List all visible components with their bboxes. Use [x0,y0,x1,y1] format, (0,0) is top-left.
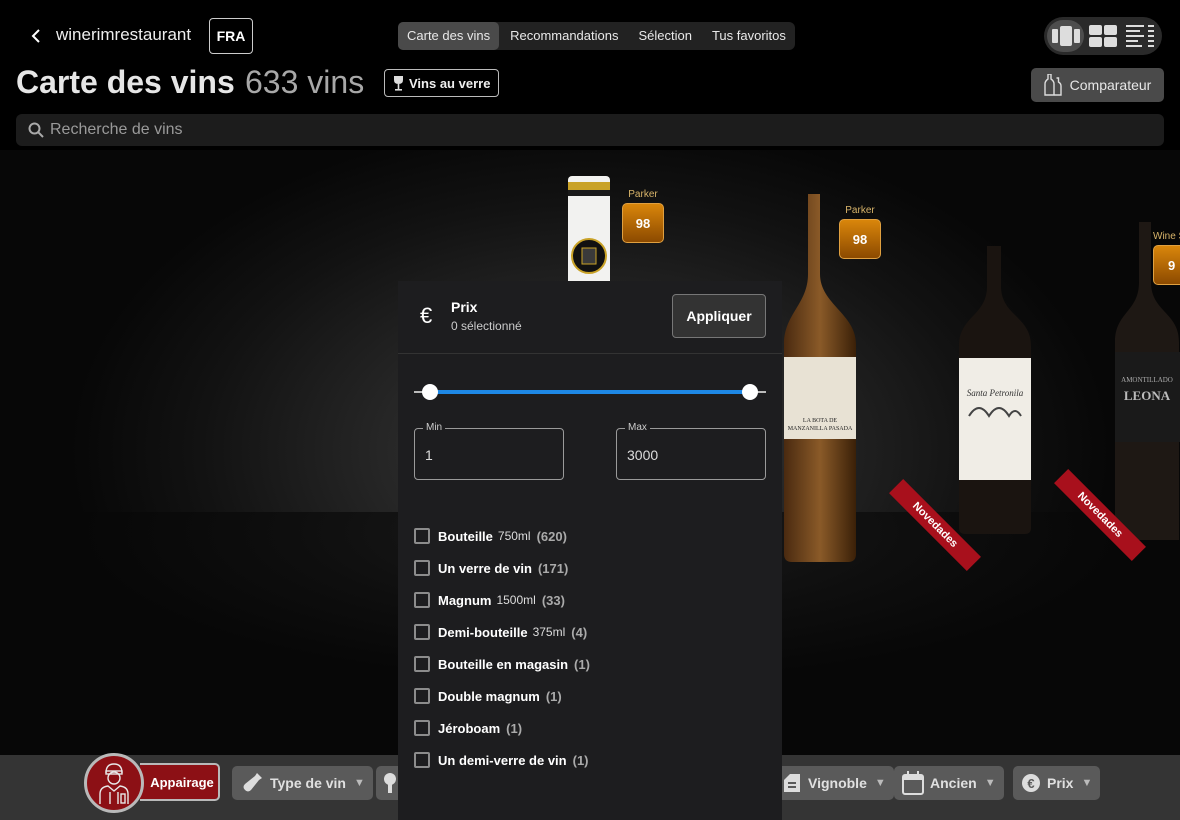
panel-header: € Prix 0 sélectionné Appliquer [398,281,782,354]
bottle-icon [243,773,262,792]
list-view-icon [1126,25,1155,47]
wines-by-glass-label: Vins au verre [409,75,491,91]
restaurant-name: winerimrestaurant [56,25,192,44]
view-mode-toggle [1044,17,1162,55]
back-button[interactable] [24,24,48,48]
chevron-down-icon: ▼ [874,777,886,789]
max-price-input[interactable] [627,447,747,463]
header: winerimrestaurant FRA Carte des vins Rec… [0,0,1180,150]
format-option[interactable]: Magnum 1500ml (33) [414,584,766,616]
checkbox[interactable] [414,560,430,576]
bottle-view-icon [1051,26,1080,46]
grid-view-button[interactable] [1084,20,1121,52]
format-option[interactable]: Bouteille 750ml (620) [414,520,766,552]
tab-recommendations[interactable]: Recommandations [501,22,627,50]
euro-icon: € [420,303,433,328]
price-filter-label: Prix [1047,775,1074,791]
price-filter[interactable]: € Prix ▼ [1013,766,1101,800]
vineyard-icon [784,774,800,792]
pin-icon [384,773,396,793]
svg-text:AMONTILLADO: AMONTILLADO [1121,376,1173,384]
compare-label: Comparateur [1069,77,1152,93]
page-title: Carte des vins [16,64,235,100]
bottles-icon [1043,74,1062,96]
checkbox[interactable] [414,656,430,672]
wine-bottle[interactable] [562,176,618,286]
nav-tabs: Carte des vins Recommandations Sélection… [398,22,795,50]
vineyard-label: Vignoble [808,775,867,791]
svg-text:MANZANILLA PASADA: MANZANILLA PASADA [788,426,853,432]
svg-text:€: € [1027,776,1034,791]
checkbox[interactable] [414,528,430,544]
vineyard-filter[interactable]: Vignoble ▼ [774,766,894,800]
format-option[interactable]: Double magnum (1) [414,680,766,712]
checkbox[interactable] [414,592,430,608]
language-button[interactable]: FRA [209,18,253,54]
price-filter-panel: € Prix 0 sélectionné Appliquer Min Max B… [398,281,782,820]
format-option[interactable]: Jéroboam (1) [414,712,766,744]
chevron-down-icon: ▼ [984,777,996,789]
format-option[interactable]: Un verre de vin (171) [414,552,766,584]
wines-by-glass-button[interactable]: Vins au verre [384,69,500,97]
slider-min-handle[interactable] [422,384,438,400]
svg-text:LEONA: LEONA [1124,388,1171,403]
list-view-button[interactable] [1122,20,1159,52]
checkbox[interactable] [414,688,430,704]
selection-count: 0 sélectionné [451,319,522,333]
tab-selection[interactable]: Sélection [629,22,700,50]
grid-view-icon [1088,25,1117,47]
search-input[interactable] [50,121,650,139]
sommelier-icon [99,763,129,804]
search-bar [16,114,1164,146]
search-icon [28,122,44,138]
rating-badge: Parker 98 [839,205,881,259]
format-options: Bouteille 750ml (620) Un verre de vin (1… [414,520,766,776]
vintage-filter[interactable]: Ancien ▼ [894,766,1004,800]
wine-type-filter[interactable]: Type de vin ▼ [232,766,373,800]
bottle-view-button[interactable] [1047,20,1085,52]
wine-count: 633 vins [245,64,365,100]
sommelier-avatar[interactable] [84,753,144,813]
chevron-down-icon: ▼ [353,777,365,789]
chevron-left-icon [31,29,40,43]
tab-wine-list[interactable]: Carte des vins [398,22,500,50]
euro-circle-icon: € [1022,774,1040,792]
format-option[interactable]: Un demi-verre de vin (1) [414,744,766,776]
rating-badge: Wine S 9 [1153,231,1180,285]
apply-button[interactable]: Appliquer [672,294,766,338]
compare-button[interactable]: Comparateur [1031,68,1164,102]
checkbox[interactable] [414,720,430,736]
checkbox[interactable] [414,752,430,768]
rating-badge: Parker 98 [622,189,664,243]
max-price-field[interactable]: Max [616,422,766,480]
pairing-button[interactable]: Appairage [140,763,220,801]
min-price-input[interactable] [425,447,545,463]
format-option[interactable]: Demi-bouteille 375ml (4) [414,616,766,648]
wine-glass-icon [394,75,403,91]
calendar-icon [902,771,924,795]
panel-title: Prix [451,299,478,315]
svg-text:Santa Petronila: Santa Petronila [967,388,1024,398]
checkbox[interactable] [414,624,430,640]
svg-text:LA BOTA DE: LA BOTA DE [803,418,838,424]
wine-type-label: Type de vin [270,775,346,791]
chevron-down-icon: ▼ [1081,777,1093,789]
vintage-label: Ancien [930,775,977,791]
slider-max-handle[interactable] [742,384,758,400]
wine-bottle[interactable]: Santa Petronila [955,246,1035,536]
tab-favorites[interactable]: Tus favoritos [703,22,795,50]
slider-range [430,390,750,394]
min-price-field[interactable]: Min [414,422,564,480]
max-price-label: Max [625,422,650,433]
min-price-label: Min [423,422,446,433]
format-option[interactable]: Bouteille en magasin (1) [414,648,766,680]
price-range-slider[interactable] [414,382,766,402]
